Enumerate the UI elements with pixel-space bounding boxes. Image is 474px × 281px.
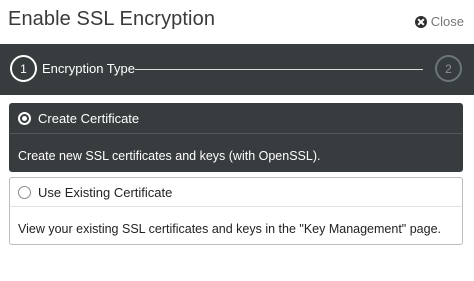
option-create-certificate-label[interactable]: Create Certificate	[38, 111, 139, 126]
step-2-indicator: 2	[435, 55, 462, 82]
step-1-indicator: 1	[10, 55, 37, 82]
step-1-number: 1	[20, 61, 27, 76]
step-2-number: 2	[445, 61, 452, 76]
option-use-existing-certificate-label[interactable]: Use Existing Certificate	[38, 185, 172, 200]
step-1-label: Encryption Type	[42, 61, 135, 76]
wizard-stepper: 1 Encryption Type 2	[0, 44, 474, 95]
dialog-title: Enable SSL Encryption	[8, 8, 216, 30]
dialog-header: Enable SSL Encryption Close	[0, 0, 474, 44]
close-button[interactable]: Close	[414, 14, 464, 29]
option-create-certificate-header[interactable]: Create Certificate	[10, 104, 462, 134]
option-use-existing-certificate-description: View your existing SSL certificates and …	[18, 222, 441, 236]
option-use-existing-certificate[interactable]: Use Existing Certificate View your exist…	[9, 177, 463, 245]
close-label[interactable]: Close	[431, 14, 464, 29]
option-create-certificate[interactable]: Create Certificate Create new SSL certif…	[9, 103, 463, 172]
close-icon[interactable]	[414, 15, 427, 28]
option-use-existing-certificate-header[interactable]: Use Existing Certificate	[10, 178, 462, 207]
option-create-certificate-description: Create new SSL certificates and keys (wi…	[18, 149, 321, 163]
step-connector-line	[135, 69, 423, 70]
radio-create-certificate[interactable]	[18, 112, 31, 125]
radio-use-existing-certificate[interactable]	[18, 186, 31, 199]
